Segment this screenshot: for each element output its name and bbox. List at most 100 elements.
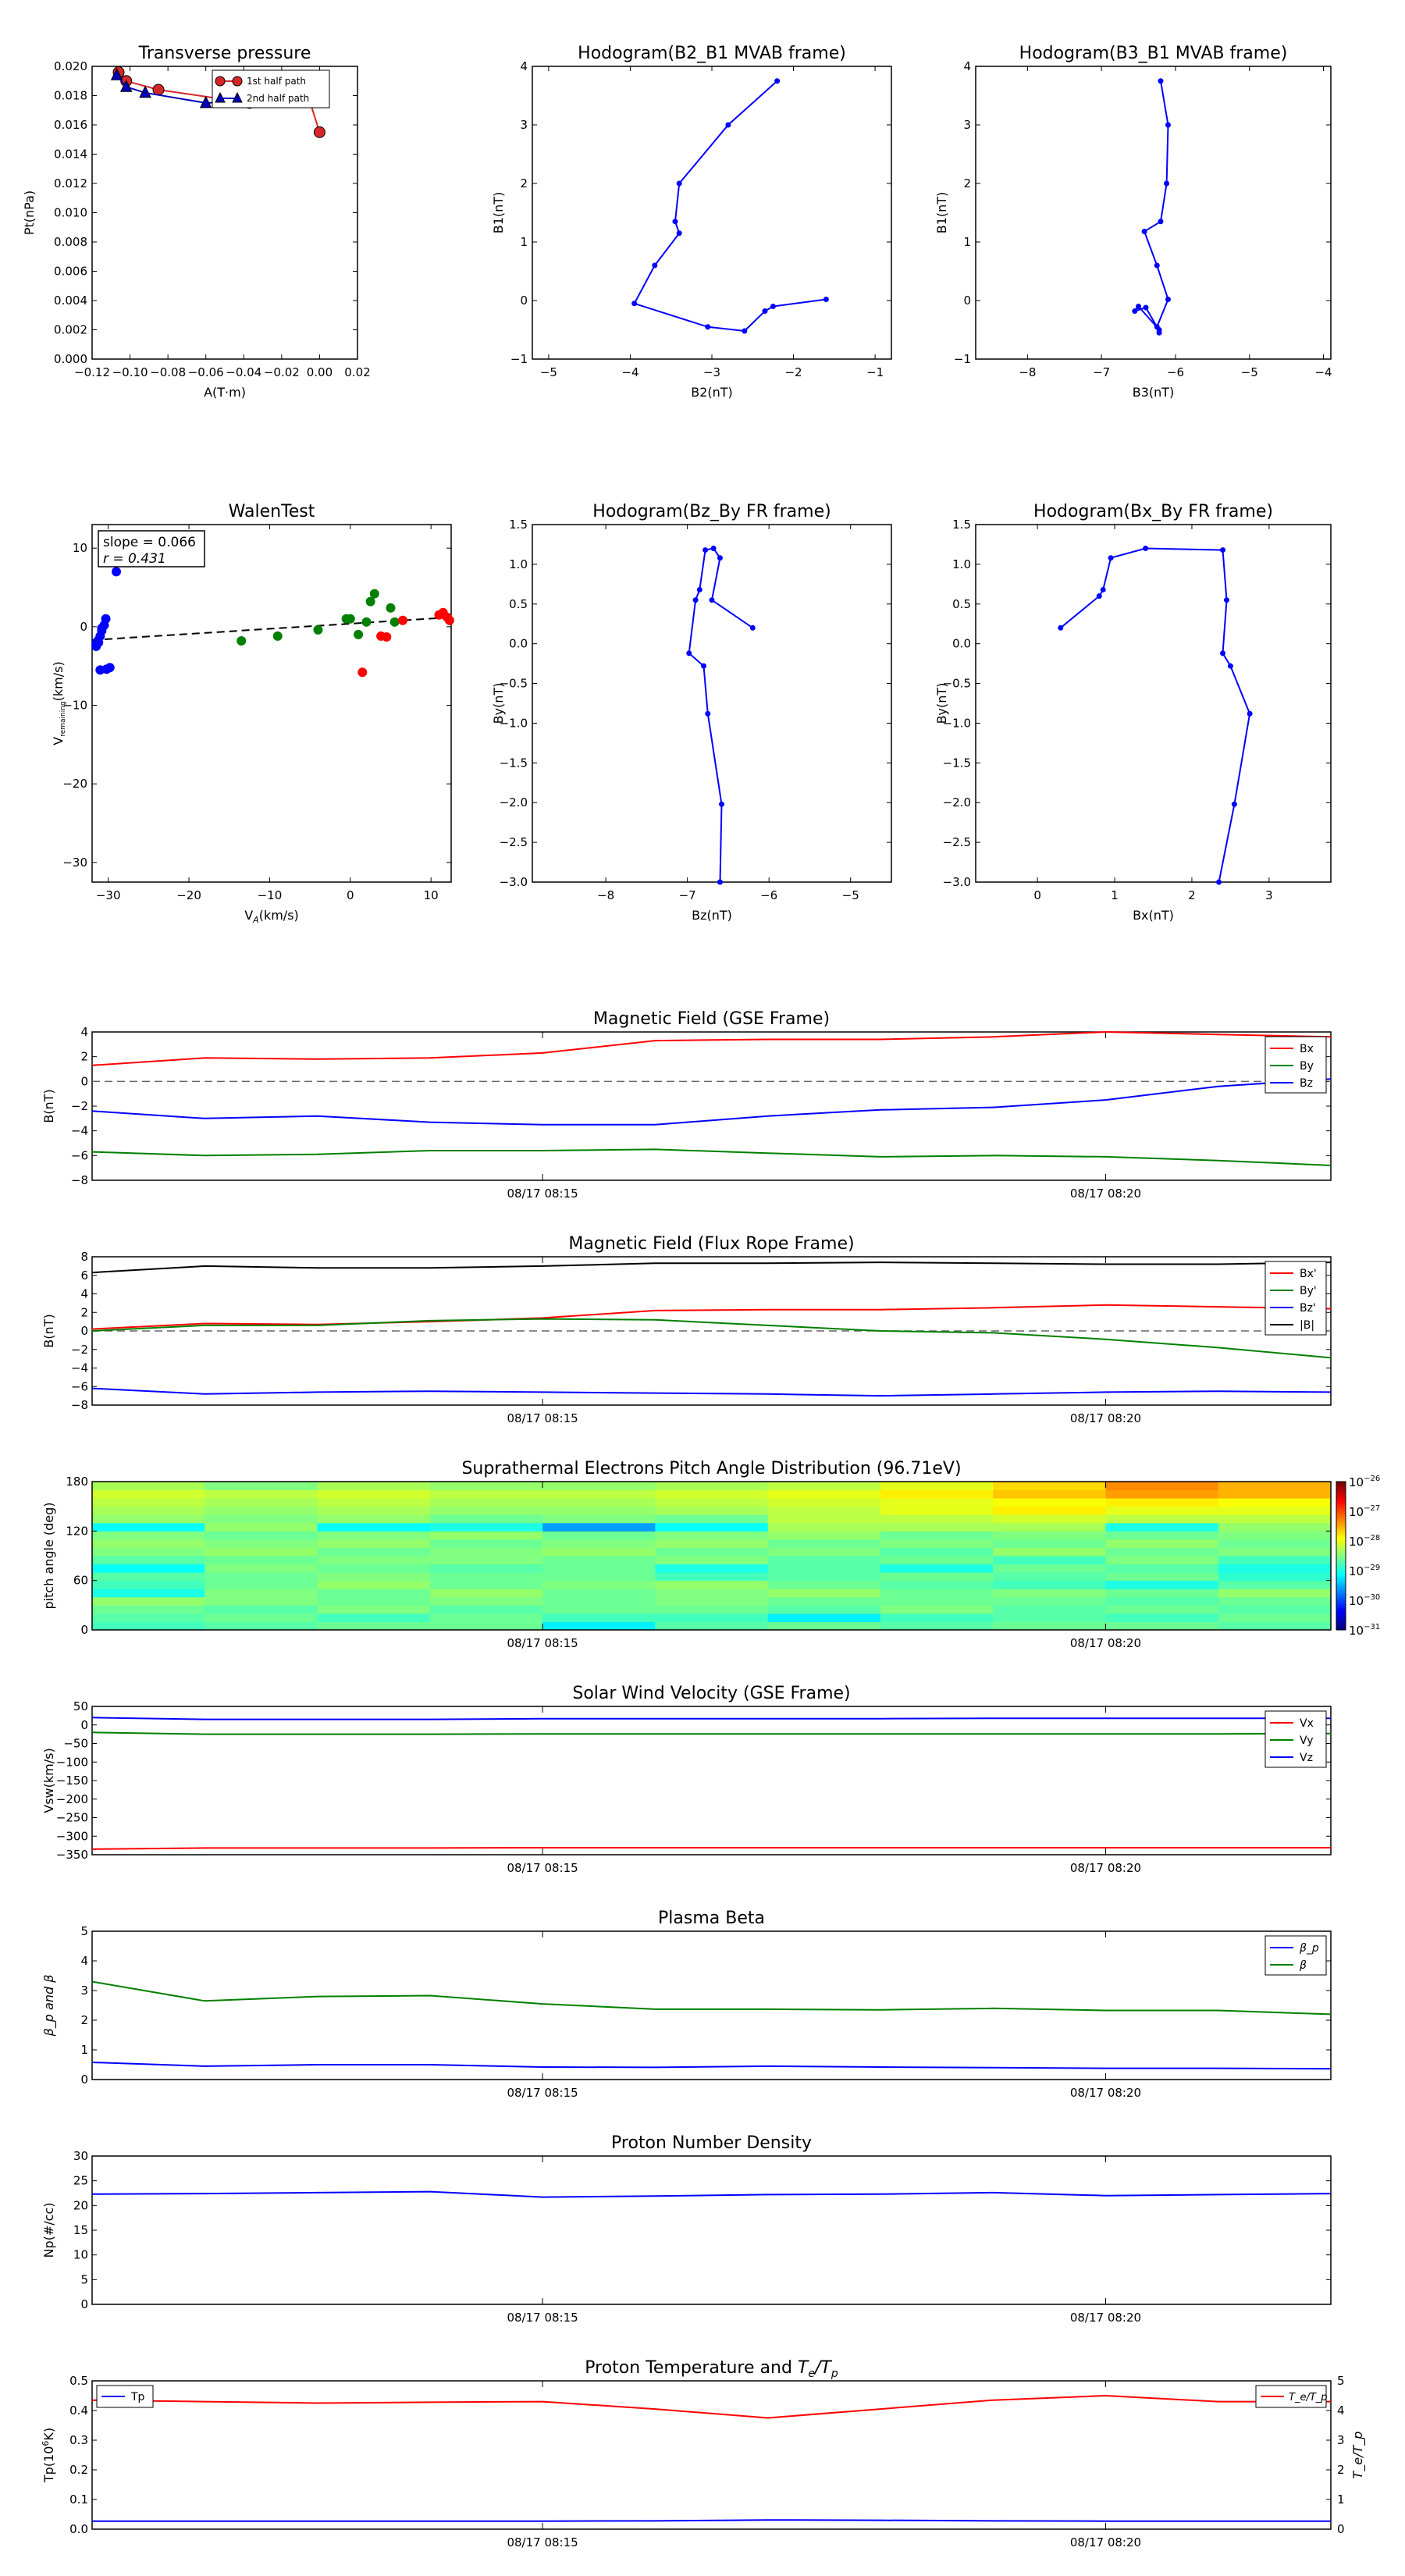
heatmap-cell [993,1605,1106,1614]
y-tick-label: −2.5 [943,835,971,849]
heatmap-cell [317,1531,431,1540]
legend-label: By' [1300,1285,1317,1297]
y-tick-label: 0.002 [54,323,87,337]
x-tick-label: 0.02 [344,365,370,379]
series-line-0 [1133,80,1169,333]
heatmap-cell [92,1498,205,1507]
heatmap-cell [317,1572,431,1582]
data-point [1156,329,1162,336]
data-point [717,879,723,885]
legend-label: Vx [1300,1717,1314,1730]
y-tick-label: −3.0 [500,875,528,889]
legend-label: By [1300,1060,1314,1073]
colorbar-cell [1336,1496,1346,1500]
y-tick-label-right: 2 [1337,2463,1345,2477]
colorbar-tick-label: 10−29 [1349,1564,1380,1578]
legend-label: Bz [1300,1077,1313,1090]
colorbar-cell [1336,1493,1346,1497]
heatmap-cell [429,1506,543,1515]
x-tick-label: −6 [1167,365,1184,379]
heatmap-cell [655,1539,769,1548]
series-line-0 [91,2062,1332,2070]
heatmap-cell [1105,1605,1219,1614]
chart-title: Transverse pressure [138,44,311,63]
x-tick-label: −0.12 [74,365,110,379]
series-line-1 [91,1731,1332,1735]
heatmap-cell [317,1482,431,1491]
data-point [1058,624,1064,631]
heatmap-cell [993,1621,1106,1631]
colorbar-cell [1336,1580,1346,1584]
colorbar-cell [1336,1597,1346,1601]
x-tick-label: −10 [258,888,283,902]
data-point [369,589,379,599]
y-tick-label: 0.1 [69,2492,88,2507]
y-tick-label: −4 [71,1361,88,1375]
colorbar-cell [1336,1523,1346,1527]
data-point [1154,262,1160,269]
heatmap-cell [92,1489,205,1499]
data-point [1227,663,1233,669]
y-tick-label: 0 [520,294,528,308]
data-point [386,603,396,613]
data-point [710,546,717,552]
chart-title: Magnetic Field (GSE Frame) [593,1009,830,1029]
heatmap-cell [880,1589,994,1598]
colorbar-cell [1336,1518,1346,1522]
heatmap-cell [767,1613,881,1622]
y-tick-label: 5 [80,1924,88,1938]
plot-frame [91,2155,1332,2305]
chart-panel-4: −3.0−2.5−2.0−1.5−1.0−0.50.00.51.01.5−8 −7… [491,502,892,923]
legend-label: Tp [130,2391,145,2403]
heatmap-cell [655,1564,769,1573]
x-tick-label: 08/17 08:15 [507,1636,578,1650]
y-tick-label: 2 [80,1305,88,1319]
heatmap-cell [92,1547,205,1557]
heatmap-cell [655,1506,769,1515]
series-line-0 [91,1030,1332,1066]
data-point [1165,297,1171,302]
colorbar-cell [1336,1607,1346,1611]
y-tick-label: 25 [73,2174,88,2188]
heatmap-cell [1218,1621,1332,1631]
heatmap-cell [880,1556,994,1565]
figure-canvas: 0.0000.0020.0040.0060.0080.0100.0120.014… [22,44,1380,2549]
y-tick-label: 0.5 [509,597,528,611]
y-axis-label: Vsw(km/s) [41,1748,56,1813]
heatmap-cell [205,1514,318,1524]
chart-panel-0: 0.000 0.002 0.004 0.006 0.008 0.010 0.012 0.014… [22,44,371,400]
x-tick-label: 0.00 [307,365,333,379]
colorbar-cell [1336,1548,1346,1552]
series-line-2 [91,1078,1332,1126]
series-line-0 [92,2519,1331,2522]
heatmap-cell [993,1613,1106,1622]
heatmap-cell [92,1596,205,1606]
colorbar-cell [1336,1624,1346,1628]
data-point [631,301,638,307]
x-tick-label: −30 [96,888,121,902]
chart-panel-7: −8 −6 −4 −2 0 2 4 6 8 08/17 08:15 08/17 08:20 Magne… [41,1234,1332,1425]
x-axis-label: B2(nT) [691,385,733,400]
heatmap-cell [993,1482,1106,1491]
x-tick-label: −0.08 [150,365,186,379]
y-tick-label: 8 [80,1250,88,1264]
x-tick-label: 0 [347,888,354,902]
heatmap-cell [1105,1482,1219,1491]
y-axis-label: β_p and β [41,1975,57,2037]
chart-title-math-sub: p [831,2368,838,2380]
x-tick-label: −0.06 [188,365,224,379]
colorbar-tick-exponent: −28 [1364,1534,1380,1542]
y-tick-label: 0.0 [509,637,528,651]
legend-marker [232,76,243,87]
heatmap-cell [205,1613,318,1622]
x-tick-label: 10 [424,888,439,902]
heatmap-cell [205,1506,318,1515]
series-line-1 [91,1980,1332,2016]
heatmap-cell [1218,1580,1332,1589]
heatmap-cell [542,1613,656,1622]
heatmap-cell [92,1482,205,1491]
heatmap-cell [429,1498,543,1507]
data-point [652,262,658,269]
x-tick-label: −4 [1314,365,1332,379]
chart-panel-6: −8 −6 −4 −2 0 2 4 08/17 08:15 08/17 08:20 Magneti… [41,1009,1332,1201]
